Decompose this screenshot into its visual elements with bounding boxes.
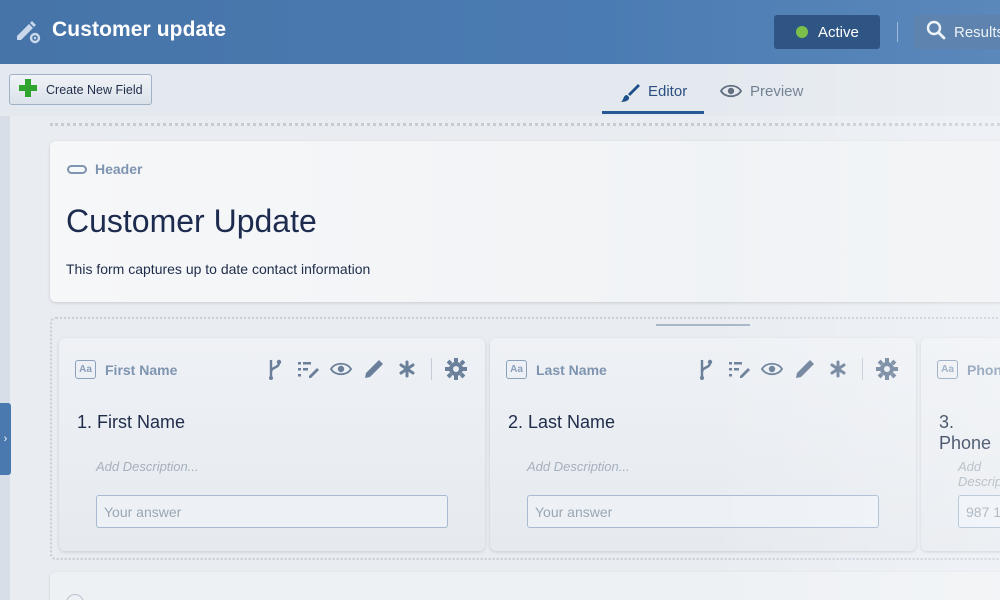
- field-tag-label: Phone: [967, 361, 1000, 378]
- header-section-tag: Header: [67, 161, 142, 177]
- status-dot-icon: [796, 26, 808, 38]
- edit-list-icon[interactable]: [297, 358, 319, 380]
- tab-preview-label: Preview: [750, 83, 804, 100]
- toolbar-separator: [862, 358, 863, 380]
- field-type-tag: Aa Phone: [937, 360, 1000, 379]
- create-new-field-button[interactable]: Create New Field: [9, 74, 152, 105]
- text-field-icon: Aa: [506, 360, 527, 379]
- field-toolbar: [264, 358, 467, 380]
- drag-handle-line: [656, 324, 750, 326]
- plus-icon: [18, 78, 38, 101]
- field-answer-input[interactable]: Your answer: [96, 495, 448, 528]
- field-question: 1. First Name: [77, 412, 186, 432]
- paintbrush-icon: [620, 83, 640, 107]
- visibility-eye-icon[interactable]: [761, 358, 783, 380]
- form-description: This form captures up to date contact in…: [66, 261, 371, 277]
- pencil-icon[interactable]: [363, 358, 385, 380]
- required-asterisk-icon[interactable]: [827, 358, 849, 380]
- field-description-placeholder[interactable]: Add Description...: [96, 459, 199, 474]
- top-bar: Customer update Active Results: [0, 0, 1000, 64]
- field-answer-input[interactable]: 987 1: [958, 495, 1000, 528]
- field-tag-label: First Name: [105, 361, 178, 378]
- drop-zone-top: [50, 123, 1000, 129]
- app-title: Customer update: [52, 18, 227, 41]
- edit-settings-icon: [14, 17, 42, 45]
- field-description-placeholder[interactable]: Add Description...: [527, 459, 630, 474]
- left-panel-strip: [0, 116, 10, 600]
- tab-editor-label: Editor: [648, 83, 688, 100]
- field-toolbar: [695, 358, 898, 380]
- field-answer-input[interactable]: Your answer: [527, 495, 879, 528]
- branch-logic-icon[interactable]: [695, 358, 717, 380]
- results-button[interactable]: Results: [914, 15, 1000, 49]
- eye-icon: [719, 83, 743, 103]
- toolbar-separator: [431, 358, 432, 380]
- field-type-tag: Aa First Name: [75, 360, 177, 379]
- field-question: 3. Phone: [939, 412, 992, 453]
- field-question: 2. Last Name: [508, 412, 616, 432]
- status-label: Active: [818, 23, 859, 41]
- search-icon: [926, 20, 946, 44]
- expand-panel-toggle[interactable]: ›: [0, 403, 11, 475]
- field-card-phone[interactable]: Aa Phone 3. Phone Add Description... 987…: [921, 338, 1000, 551]
- chevron-right-icon: ›: [3, 433, 8, 445]
- form-title: Customer Update: [66, 203, 317, 239]
- gear-icon[interactable]: [445, 358, 467, 380]
- tab-preview[interactable]: Preview: [719, 78, 820, 114]
- visibility-eye-icon[interactable]: [330, 358, 352, 380]
- text-field-icon: Aa: [937, 360, 958, 379]
- edit-list-icon[interactable]: [728, 358, 750, 380]
- field-card-first-name[interactable]: Aa First Name 1. First Name Add Descript…: [59, 338, 485, 551]
- field-description-placeholder[interactable]: Add Description...: [958, 459, 1000, 489]
- tab-editor[interactable]: Editor: [602, 78, 704, 114]
- header-section-tag-label: Header: [95, 161, 143, 177]
- create-new-field-label: Create New Field: [46, 82, 143, 97]
- field-type-tag: Aa Last Name: [506, 360, 607, 379]
- header-divider: [897, 22, 898, 42]
- pencil-icon[interactable]: [794, 358, 816, 380]
- header-pill-icon: [67, 164, 87, 174]
- required-asterisk-icon[interactable]: [396, 358, 418, 380]
- field-tag-label: Last Name: [536, 361, 607, 378]
- text-field-icon: Aa: [75, 360, 96, 379]
- toolbar: Create New Field Editor Preview: [0, 64, 1000, 116]
- results-label: Results: [954, 23, 1000, 41]
- field-card-last-name[interactable]: Aa Last Name 2. Last Name Add Descriptio…: [490, 338, 916, 551]
- branch-logic-icon[interactable]: [264, 358, 286, 380]
- header-section-card[interactable]: Header Customer Update This form capture…: [50, 141, 1000, 302]
- section-circle-icon: [66, 594, 84, 600]
- status-button[interactable]: Active: [774, 15, 880, 49]
- next-section-card[interactable]: [50, 572, 1000, 600]
- gear-icon[interactable]: [876, 358, 898, 380]
